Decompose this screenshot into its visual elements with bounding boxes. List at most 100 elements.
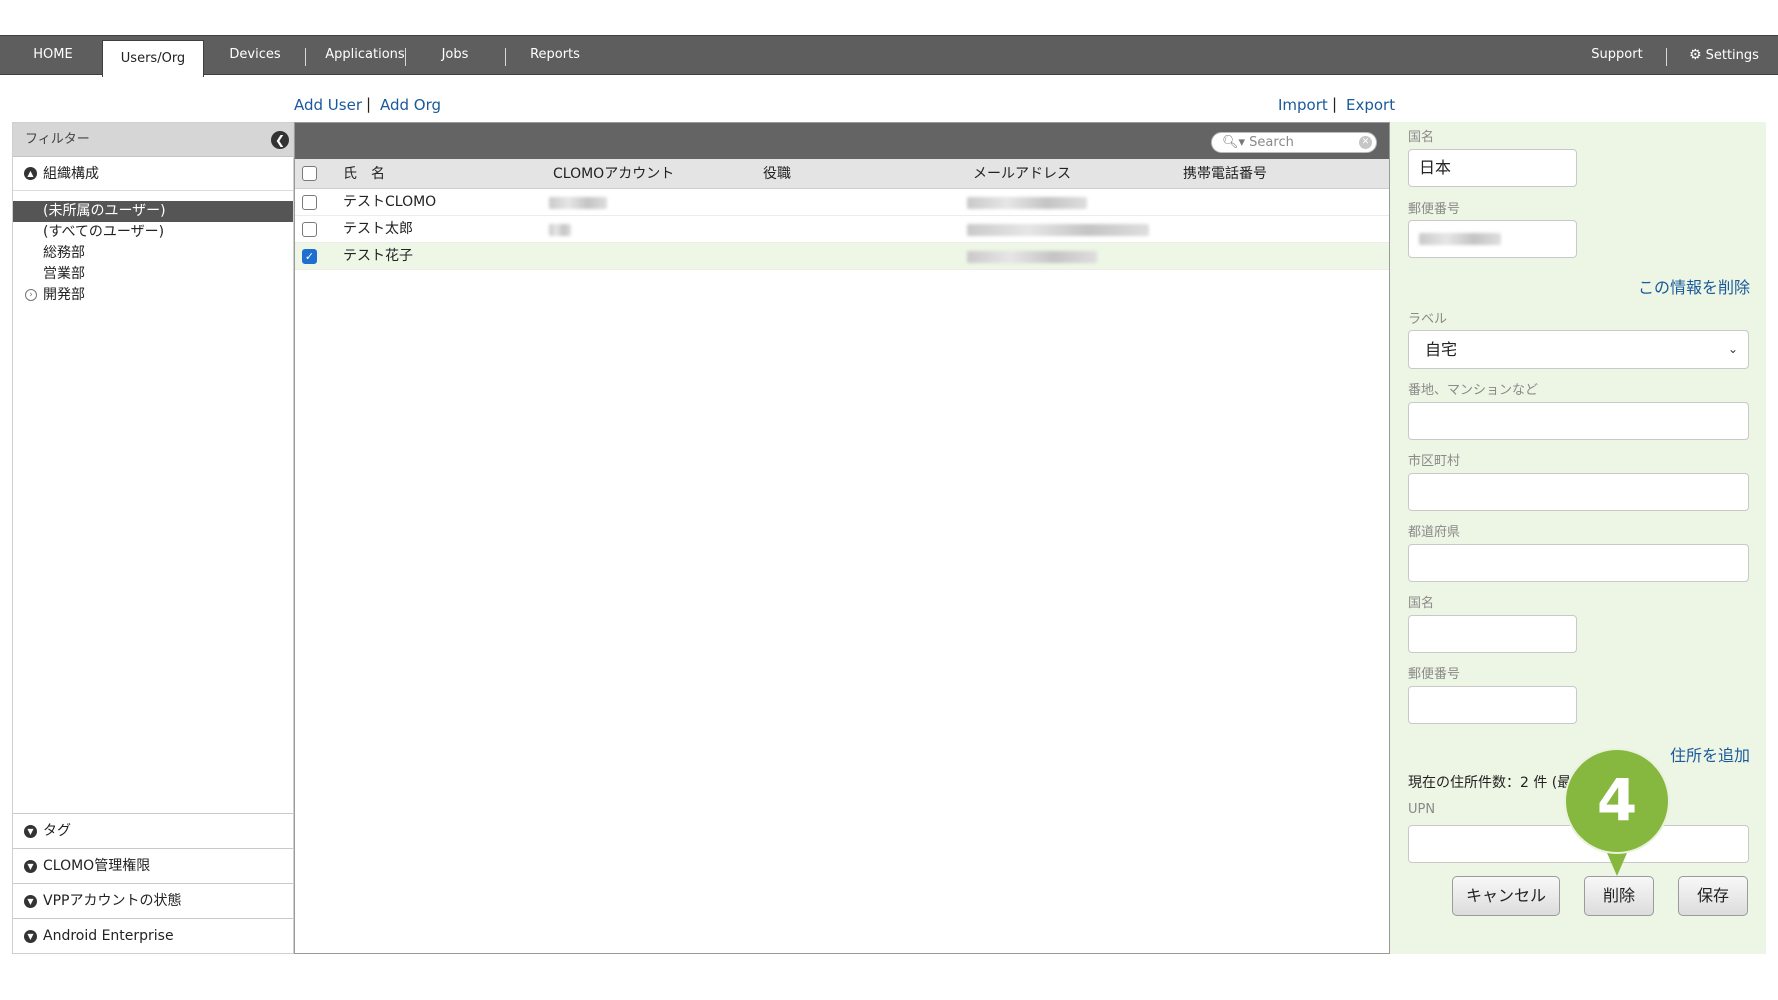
section-label: CLOMO管理権限: [43, 858, 151, 874]
redacted-email: [967, 251, 1097, 263]
street-label: 番地、マンションなど: [1408, 383, 1539, 398]
redacted-account: [549, 197, 607, 209]
redacted-email: [967, 197, 1087, 209]
add-org-link[interactable]: Add Org: [380, 96, 441, 114]
table-header: 氏 名 CLOMOアカウント 役職 メールアドレス 携帯電話番号: [295, 159, 1389, 189]
section-org-structure[interactable]: ▲ 組織構成: [13, 157, 293, 191]
tree-item-general-affairs[interactable]: 総務部: [13, 243, 293, 264]
search-input[interactable]: 🔍︎▾ Search ✕: [1211, 132, 1377, 153]
country-input[interactable]: 日本: [1408, 149, 1577, 187]
support-link[interactable]: Support: [1582, 36, 1652, 74]
save-button[interactable]: 保存: [1678, 876, 1748, 916]
delete-info-link[interactable]: この情報を削除: [1638, 274, 1750, 298]
prefecture-input[interactable]: [1408, 544, 1749, 582]
redacted-account: [549, 224, 571, 236]
search-icon: 🔍︎▾: [1222, 135, 1246, 150]
cell-name: テスト花子: [343, 248, 413, 264]
chevron-down-icon: ▼: [24, 895, 37, 908]
collapse-panel-icon[interactable]: ❮: [271, 131, 289, 149]
section-clomo-admin[interactable]: ▼ CLOMO管理権限: [13, 848, 293, 883]
gear-icon: ⚙: [1689, 47, 1702, 63]
tab-divider: [305, 48, 306, 66]
tab-devices[interactable]: Devices: [216, 36, 294, 74]
row-checkbox[interactable]: [302, 195, 317, 210]
section-label: VPPアカウントの状態: [43, 893, 182, 909]
tab-jobs[interactable]: Jobs: [420, 36, 490, 74]
top-nav: HOME Users/Org Devices Applications Jobs…: [0, 35, 1778, 77]
add-user-link[interactable]: Add User: [294, 96, 362, 114]
table-row[interactable]: テストCLOMO: [295, 189, 1389, 216]
tree-item-unassigned[interactable]: (未所属のユーザー): [13, 201, 293, 222]
chevron-down-icon: ▼: [24, 825, 37, 838]
filter-bottom-sections: ▼ タグ ▼ CLOMO管理権限 ▼ VPPアカウントの状態 ▼ Android…: [13, 813, 293, 953]
column-header-email[interactable]: メールアドレス: [973, 159, 1071, 189]
address-label-select[interactable]: 自宅 ⌄: [1408, 330, 1749, 369]
tab-divider: [1666, 48, 1667, 66]
step-marker: 4: [1566, 750, 1668, 852]
postal-code-input[interactable]: [1408, 220, 1577, 258]
tree-item-development[interactable]: › 開発部: [13, 285, 293, 306]
redacted-postal-code: [1419, 233, 1501, 245]
settings-link[interactable]: ⚙ Settings: [1676, 36, 1772, 74]
tree-item-label: 開発部: [43, 287, 85, 303]
settings-label: Settings: [1705, 48, 1759, 63]
table-row[interactable]: ✓ テスト花子: [295, 243, 1389, 270]
postal-code-input-2[interactable]: [1408, 686, 1577, 724]
filter-header: フィルター ❮: [13, 123, 293, 157]
table-toolbar: 🔍︎▾ Search ✕: [295, 123, 1389, 159]
postal-code-label-2: 郵便番号: [1408, 667, 1461, 682]
redacted-email: [967, 224, 1149, 236]
chevron-down-icon: ▼: [24, 930, 37, 943]
select-value: 自宅: [1425, 340, 1458, 359]
column-header-mobile[interactable]: 携帯電話番号: [1183, 159, 1267, 189]
clear-search-icon[interactable]: ✕: [1359, 136, 1372, 149]
upn-label: UPN: [1408, 802, 1436, 817]
chevron-down-icon: ⌄: [1727, 342, 1738, 356]
tab-home[interactable]: HOME: [10, 36, 96, 74]
cancel-button[interactable]: キャンセル: [1452, 876, 1560, 916]
delete-button[interactable]: 削除: [1584, 876, 1654, 916]
expand-icon[interactable]: ›: [25, 289, 37, 301]
country-label: 国名: [1408, 130, 1435, 145]
column-header-title[interactable]: 役職: [763, 159, 791, 189]
row-checkbox[interactable]: [302, 222, 317, 237]
tab-divider: [405, 48, 406, 66]
table-row[interactable]: テスト太郎: [295, 216, 1389, 243]
user-table-panel: 🔍︎▾ Search ✕ 氏 名 CLOMOアカウント 役職 メールアドレス 携…: [294, 122, 1390, 954]
tree-item-all-users[interactable]: (すべてのユーザー): [13, 222, 293, 243]
add-address-link[interactable]: 住所を追加: [1670, 742, 1750, 766]
section-tags[interactable]: ▼ タグ: [13, 813, 293, 848]
chevron-down-icon: ▼: [24, 860, 37, 873]
search-placeholder: Search: [1249, 135, 1294, 150]
country-label-2: 国名: [1408, 596, 1435, 611]
city-input[interactable]: [1408, 473, 1749, 511]
section-vpp-account[interactable]: ▼ VPPアカウントの状態: [13, 883, 293, 918]
address-count-text: 現在の住所件数：2 件 (最: [1408, 775, 1572, 791]
section-label: 組織構成: [43, 166, 99, 182]
link-separator: |: [1332, 95, 1338, 113]
tab-reports[interactable]: Reports: [520, 36, 590, 74]
label-field-label: ラベル: [1408, 312, 1448, 327]
postal-code-label: 郵便番号: [1408, 202, 1461, 217]
filter-panel: フィルター ❮ ▲ 組織構成 (未所属のユーザー) (すべてのユーザー) 総務部…: [12, 122, 294, 954]
org-tree: (未所属のユーザー) (すべてのユーザー) 総務部 営業部 › 開発部: [13, 201, 293, 306]
cell-name: テスト太郎: [343, 221, 413, 237]
column-header-clomo-account[interactable]: CLOMOアカウント: [553, 159, 674, 189]
link-separator: |: [366, 95, 372, 113]
row-checkbox[interactable]: ✓: [302, 249, 317, 264]
street-input[interactable]: [1408, 402, 1749, 440]
section-label: タグ: [43, 823, 71, 839]
tab-applications[interactable]: Applications: [310, 36, 420, 74]
tree-item-sales[interactable]: 営業部: [13, 264, 293, 285]
country-input-2[interactable]: [1408, 615, 1577, 653]
tab-users-org[interactable]: Users/Org: [102, 40, 204, 77]
import-link[interactable]: Import: [1278, 96, 1328, 114]
export-link[interactable]: Export: [1346, 96, 1395, 114]
filter-title: フィルター: [25, 132, 90, 147]
column-header-name[interactable]: 氏 名: [343, 159, 385, 189]
select-all-checkbox[interactable]: [302, 166, 317, 181]
chevron-up-icon: ▲: [24, 167, 37, 180]
tab-divider: [505, 48, 506, 66]
prefecture-label: 都道府県: [1408, 525, 1461, 540]
section-android-enterprise[interactable]: ▼ Android Enterprise: [13, 918, 293, 953]
